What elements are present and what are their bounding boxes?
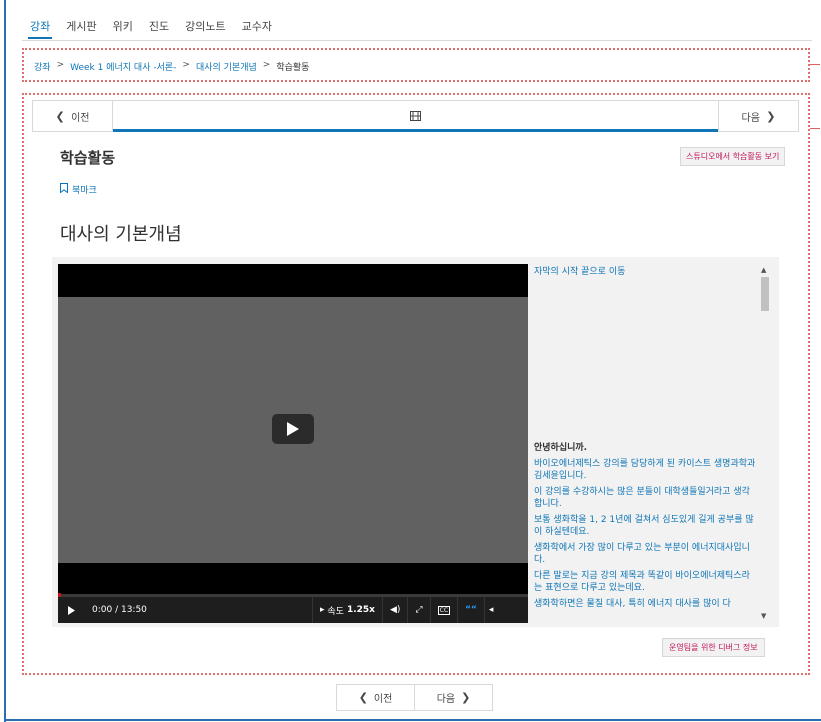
breadcrumb-current: 학습활동	[276, 63, 310, 73]
bottom-prev-label: 이전	[373, 694, 393, 705]
more-controls-button[interactable]: ◂	[483, 597, 498, 623]
bottom-next-label: 다음	[436, 694, 456, 705]
cc-icon: CC	[437, 605, 451, 615]
scroll-up-icon[interactable]: ▲	[761, 266, 766, 274]
transcript-skip-link[interactable]: 자막의 시작 끝으로 이동	[534, 266, 625, 278]
big-play-button[interactable]	[272, 414, 314, 444]
breadcrumb-separator: >	[262, 60, 271, 70]
speed-button[interactable]: ▸ 속도 1.25x	[312, 597, 382, 623]
annotation-tick	[810, 64, 820, 65]
breadcrumb-link[interactable]: 대사의 기본개념	[196, 60, 257, 73]
tab-wiki[interactable]: 위키	[105, 0, 141, 38]
volume-button[interactable]: ◀)	[381, 597, 407, 623]
tab-instructor[interactable]: 교수자	[234, 0, 280, 38]
chevron-left-icon: ❮	[55, 109, 65, 123]
transcript-lines: 안녕하십니까. 바이오에너제틱스 강의를 담당하게 된 카이스트 생명과학과 김…	[534, 442, 756, 614]
tab-course[interactable]: 강좌	[22, 0, 58, 39]
transcript-line[interactable]: 다른 말로는 지금 강의 제목과 똑같이 바이오에너제틱스라는 표현으로 다루고…	[534, 570, 756, 594]
annotation-tick	[810, 128, 820, 129]
unit-title: 학습활동	[60, 149, 116, 167]
video-time: 0:00 / 13:50	[92, 605, 147, 615]
tab-discussion[interactable]: 게시판	[58, 0, 104, 38]
transcript-line[interactable]: 생화학에서 가장 많이 다루고 있는 부분이 에너지대사입니다.	[534, 542, 756, 566]
bookmark-button[interactable]: 북마크	[60, 183, 97, 196]
play-button[interactable]	[58, 597, 82, 623]
film-icon	[410, 106, 421, 125]
sequence-prev-label: 이전	[71, 112, 90, 124]
fullscreen-button[interactable]: ⤢	[407, 597, 429, 623]
bottom-frame-border	[4, 719, 821, 721]
quote-icon: ““	[465, 605, 477, 615]
tabs-divider	[22, 40, 812, 41]
breadcrumb: 강좌 > Week 1 에너지 대사 -서론- > 대사의 기본개념 > 학습활…	[34, 60, 309, 73]
transcript-line[interactable]: 이 강의를 수강하시는 많은 분들이 대학생들일거라고 생각합니다.	[534, 486, 756, 510]
sequence-next-label: 다음	[741, 112, 760, 124]
scrollbar-thumb[interactable]	[761, 277, 769, 311]
transcript-panel: 자막의 시작 끝으로 이동 안녕하십니까. 바이오에너제틱스 강의를 담당하게 …	[534, 264, 772, 622]
play-icon	[287, 422, 299, 436]
scroll-down-icon[interactable]: ▼	[761, 612, 766, 620]
transcript-toggle-button[interactable]: ““	[457, 597, 484, 623]
content-title: 대사의 기본개념	[60, 224, 182, 245]
breadcrumb-separator: >	[56, 60, 65, 70]
closed-captions-button[interactable]: CC	[429, 597, 457, 623]
tab-notes[interactable]: 강의노트	[177, 0, 233, 38]
tab-progress[interactable]: 진도	[141, 0, 177, 38]
transcript-line[interactable]: 바이오에너제틱스 강의를 담당하게 된 카이스트 생명과학과 김세윤입니다.	[534, 458, 756, 482]
breadcrumb-separator: >	[182, 60, 190, 70]
sequence-next-button[interactable]: 다음 ❯	[718, 101, 798, 131]
bottom-sequence-nav: ❮ 이전 다음 ❯	[336, 684, 493, 711]
chevron-left-icon: ❮	[358, 691, 368, 704]
sequence-nav: ❮ 이전 다음 ❯	[32, 100, 799, 132]
caret-left-icon: ◂	[488, 605, 494, 615]
chevron-right-icon: ❯	[461, 691, 471, 704]
sequence-unit-tab[interactable]	[113, 101, 718, 132]
course-tabs: 강좌 게시판 위키 진도 강의노트 교수자	[22, 0, 280, 39]
transcript-line[interactable]: 안녕하십니까.	[534, 442, 756, 454]
debug-info-button[interactable]: 운영팀을 위한 디버그 정보	[662, 638, 765, 657]
speed-label: 속도	[327, 606, 344, 617]
bottom-next-button[interactable]: 다음 ❯	[415, 685, 492, 710]
view-in-studio-button[interactable]: 스튜디오에서 학습활동 보기	[680, 147, 786, 166]
bookmark-icon	[60, 183, 68, 196]
transcript-line[interactable]: 보통 생화학을 1, 2 1년에 걸쳐서 심도있게 길게 공부를 많이 하실텐데…	[534, 514, 756, 538]
play-icon	[68, 605, 75, 615]
fullscreen-icon: ⤢	[415, 605, 423, 615]
left-frame-border	[4, 0, 6, 722]
breadcrumb-link[interactable]: Week 1 에너지 대사 -서론-	[70, 60, 176, 73]
chevron-right-icon: ❯	[766, 109, 776, 123]
volume-icon: ◀)	[389, 605, 401, 615]
breadcrumb-link[interactable]: 강좌	[34, 60, 51, 73]
transcript-scrollbar[interactable]: ▲ ▼	[759, 264, 772, 622]
caret-right-icon: ▸	[320, 605, 325, 615]
speed-value: 1.25x	[346, 605, 375, 615]
bookmark-label: 북마크	[72, 186, 97, 196]
video-controls: 0:00 / 13:50 ▸ 속도 1.25x ◀) ⤢ CC ““ ◂	[58, 597, 528, 623]
sequence-prev-button[interactable]: ❮ 이전	[33, 101, 113, 131]
transcript-line[interactable]: 생화학하면은 물질 대사, 특히 에너지 대사를 많이 다	[534, 598, 756, 610]
bottom-prev-button[interactable]: ❮ 이전	[337, 685, 415, 710]
